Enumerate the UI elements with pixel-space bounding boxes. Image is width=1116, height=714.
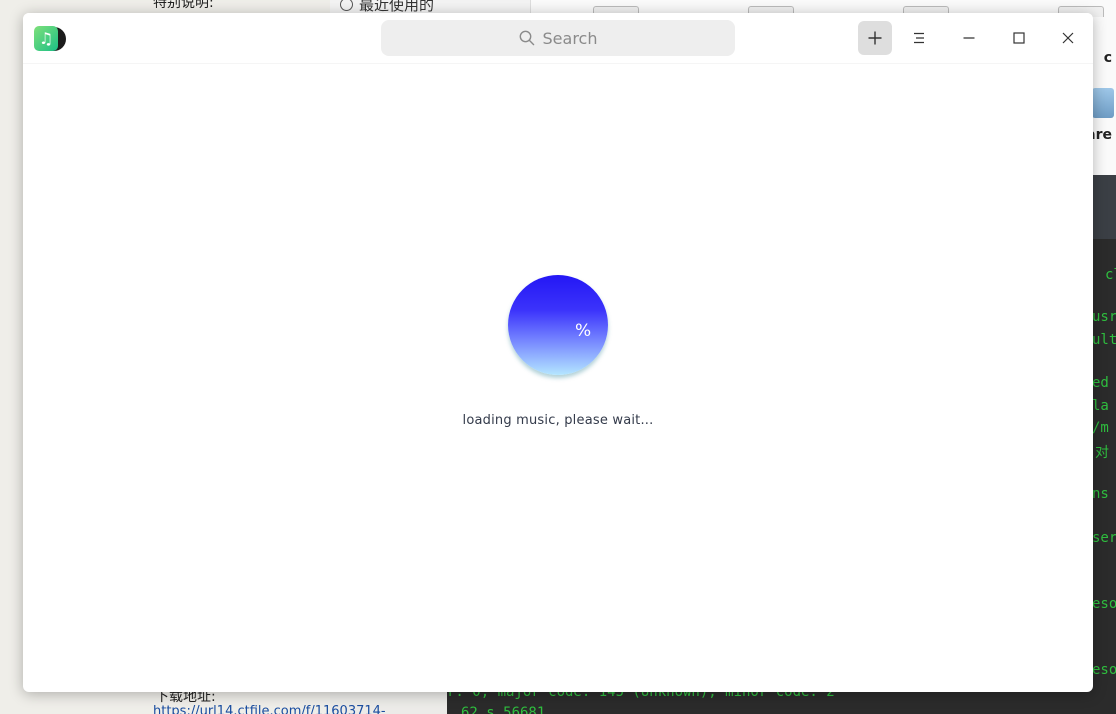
loading-message: loading music, please wait... [462,413,654,428]
music-note-icon: ♫ [34,26,58,51]
maximize-icon [1013,32,1025,44]
terminal-line: ns [1092,486,1109,502]
terminal-line: ser [1092,530,1116,546]
close-icon [1062,32,1074,44]
close-button[interactable] [1051,21,1085,55]
terminal-line: eso [1092,662,1116,678]
terminal-line: ed [1092,375,1109,391]
music-app-window: ♫ Search % loading music, please wait... [23,13,1093,692]
minimize-icon [963,37,975,39]
terminal-line: ult [1092,332,1116,348]
maximize-button[interactable] [1002,21,1036,55]
titlebar[interactable]: ♫ Search [23,13,1093,63]
menu-button[interactable] [902,21,936,55]
terminal-line: la [1092,398,1109,414]
folder-icon[interactable] [1092,88,1114,118]
search-icon [519,30,535,46]
hamburger-menu-icon [914,32,924,44]
loading-percent-label: % [575,321,592,341]
background-file-sidebar: 最近使用的 [330,0,531,14]
add-button[interactable] [858,21,892,55]
terminal-line: eso [1092,596,1116,612]
minimize-button[interactable] [952,21,986,55]
loading-progress-orb: % [508,275,608,375]
terminal-line: usr [1092,309,1116,325]
app-logo: ♫ [34,26,66,52]
terminal-line: cl [1105,267,1116,283]
terminal-line: 对 [1095,445,1109,461]
terminal-line: /m [1092,420,1109,436]
background-download-link[interactable]: https://url14.ctfile.com/f/11603714-581 [153,704,386,714]
search-input[interactable]: Search [381,20,735,56]
background-heading-text: 特别说明: [153,0,214,11]
terminal-line: 62 s 56681 [461,705,546,714]
search-placeholder: Search [542,28,598,48]
clock-icon [340,0,353,11]
plus-icon [868,31,882,45]
folder-label: c [1103,50,1112,66]
